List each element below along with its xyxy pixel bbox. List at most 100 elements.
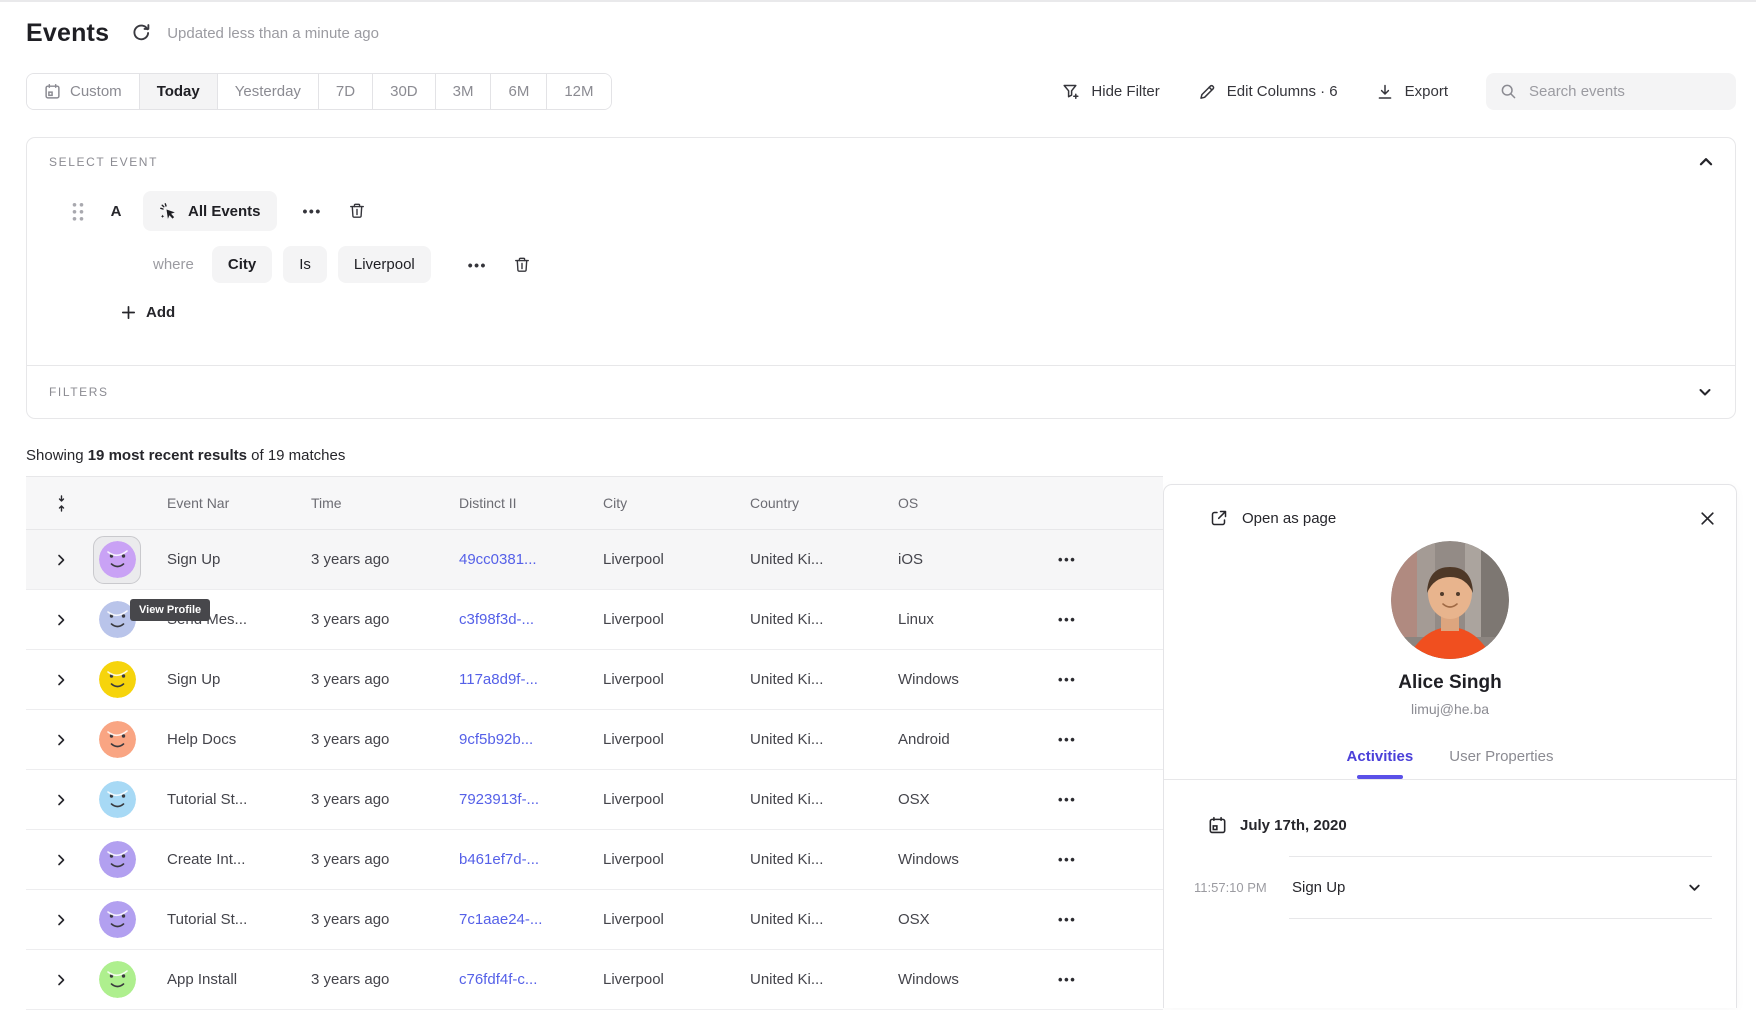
country-cell: United Ki... [750, 671, 898, 688]
trash-icon[interactable] [513, 256, 531, 274]
date-range-label: Today [157, 83, 200, 100]
column-header-event-name[interactable]: Event Nar [152, 495, 311, 511]
hide-filter-label: Hide Filter [1091, 83, 1159, 100]
event-selector-button[interactable]: All Events [143, 191, 277, 231]
column-header-city[interactable]: City [603, 495, 750, 511]
distinct-id-link[interactable]: c3f98f3d-... [459, 611, 603, 628]
country-cell: United Ki... [750, 851, 898, 868]
export-label: Export [1405, 83, 1448, 100]
collapse-rows-icon [54, 495, 69, 512]
trash-icon[interactable] [348, 202, 366, 220]
chevron-right-icon [55, 674, 67, 686]
activity-date-label: July 17th, 2020 [1240, 817, 1347, 834]
table-header-row: Event Nar Time Distinct II City Country … [26, 476, 1163, 530]
date-range-7d[interactable]: 7D [319, 74, 373, 109]
drag-handle-icon[interactable] [71, 202, 85, 220]
profile-photo-avatar[interactable] [1391, 541, 1509, 659]
row-menu-button[interactable]: ••• [1046, 611, 1163, 628]
chevron-right-icon [55, 614, 67, 626]
edit-columns-button[interactable]: Edit Columns · 6 [1198, 83, 1338, 101]
column-header-os[interactable]: OS [898, 495, 1046, 511]
row-menu-button[interactable]: ••• [1046, 971, 1163, 988]
property-pill[interactable]: City [212, 246, 272, 283]
date-range-custom[interactable]: Custom [27, 74, 140, 109]
column-header-time[interactable]: Time [311, 495, 459, 511]
export-button[interactable]: Export [1376, 83, 1448, 101]
search-input[interactable] [1529, 83, 1722, 100]
user-avatar-cell [82, 900, 152, 940]
tab-underline [1449, 775, 1553, 779]
date-range-today[interactable]: Today [140, 74, 218, 109]
row-menu-button[interactable]: ••• [1046, 911, 1163, 928]
user-avatar[interactable] [97, 720, 137, 760]
date-range-yesterday[interactable]: Yesterday [218, 74, 319, 109]
date-range-30d[interactable]: 30D [373, 74, 436, 109]
user-avatar[interactable] [93, 536, 141, 584]
distinct-id-link[interactable]: 117a8d9f-... [459, 671, 603, 688]
chevron-right-icon [55, 914, 67, 926]
chevron-down-icon [1687, 880, 1702, 895]
add-event-button[interactable]: Add [121, 304, 1713, 321]
date-range-12m[interactable]: 12M [547, 74, 610, 109]
collapse-rows-header[interactable] [26, 495, 82, 512]
expand-row-button[interactable] [26, 794, 82, 806]
event-row: A All Events ••• [49, 191, 1713, 231]
date-range-label: 30D [390, 83, 418, 100]
activity-event-toggle[interactable]: Sign Up [1289, 856, 1712, 919]
distinct-id-link[interactable]: 49cc0381... [459, 551, 603, 568]
distinct-id-link[interactable]: 7c1aae24-... [459, 911, 603, 928]
add-label: Add [146, 304, 175, 321]
date-range-6m[interactable]: 6M [491, 74, 547, 109]
column-header-distinct-id[interactable]: Distinct II [459, 495, 603, 511]
distinct-id-link[interactable]: 7923913f-... [459, 791, 603, 808]
user-avatar[interactable] [97, 960, 137, 1000]
expand-row-button[interactable] [26, 674, 82, 686]
expand-row-button[interactable] [26, 614, 82, 626]
expand-row-button[interactable] [26, 974, 82, 986]
country-cell: United Ki... [750, 971, 898, 988]
expand-row-button[interactable] [26, 854, 82, 866]
where-menu-ellipsis-icon[interactable]: ••• [468, 257, 487, 273]
user-avatar[interactable] [97, 840, 137, 880]
time-cell: 3 years ago [311, 971, 459, 988]
chevron-up-icon[interactable] [1697, 153, 1715, 171]
row-menu-button[interactable]: ••• [1046, 851, 1163, 868]
expand-row-button[interactable] [26, 554, 82, 566]
event-name-cell: Sign Up [152, 671, 311, 688]
expand-row-button[interactable] [26, 914, 82, 926]
date-range-label: 6M [508, 83, 529, 100]
row-menu-button[interactable]: ••• [1046, 671, 1163, 688]
row-menu-button[interactable]: ••• [1046, 731, 1163, 748]
open-as-page-button[interactable]: Open as page [1210, 509, 1336, 527]
distinct-id-link[interactable]: 9cf5b92b... [459, 731, 603, 748]
expand-row-button[interactable] [26, 734, 82, 746]
user-avatar[interactable] [97, 900, 137, 940]
value-pill[interactable]: Liverpool [338, 246, 431, 283]
date-range-label: Yesterday [235, 83, 301, 100]
close-icon[interactable] [1699, 510, 1716, 527]
filters-section-toggle[interactable]: FILTERS [27, 366, 1735, 418]
user-avatar[interactable] [97, 660, 137, 700]
refresh-icon[interactable] [131, 23, 151, 43]
hide-filter-button[interactable]: Hide Filter [1062, 83, 1159, 101]
event-name-cell: Tutorial St... [152, 791, 311, 808]
table-row: Tutorial St... 3 years ago 7923913f-... … [26, 770, 1163, 830]
event-menu-ellipsis-icon[interactable]: ••• [303, 203, 322, 219]
distinct-id-link[interactable]: c76fdf4f-c... [459, 971, 603, 988]
column-header-country[interactable]: Country [750, 495, 898, 511]
row-menu-button[interactable]: ••• [1046, 791, 1163, 808]
page-title: Events [26, 19, 109, 48]
operator-pill[interactable]: Is [283, 246, 327, 283]
search-events-box[interactable] [1486, 73, 1736, 110]
user-avatar[interactable] [97, 780, 137, 820]
date-range-3m[interactable]: 3M [436, 74, 492, 109]
results-summary-suffix: of 19 matches [247, 447, 345, 464]
activity-time: 11:57:10 PM [1194, 856, 1289, 919]
date-range-label: 3M [453, 83, 474, 100]
tab-user-properties[interactable]: User Properties [1449, 748, 1553, 779]
row-menu-button[interactable]: ••• [1046, 551, 1163, 568]
table-row: Sign Up 3 years ago 117a8d9f-... Liverpo… [26, 650, 1163, 710]
pencil-icon [1198, 83, 1216, 101]
distinct-id-link[interactable]: b461ef7d-... [459, 851, 603, 868]
tab-activities[interactable]: Activities [1347, 748, 1414, 779]
